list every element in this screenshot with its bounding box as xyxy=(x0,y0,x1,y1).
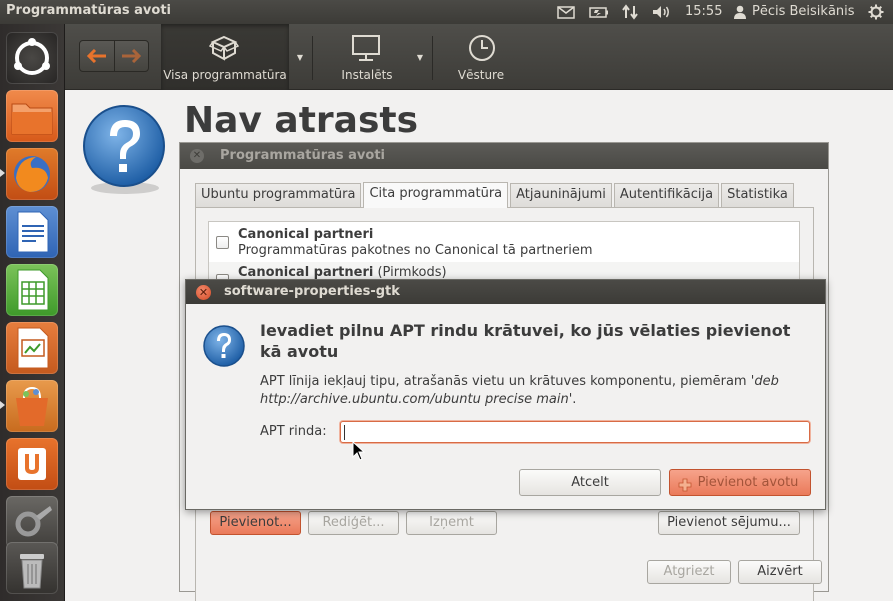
add-source-button[interactable]: Pievienot... xyxy=(210,511,301,535)
desc-text: APT līnija iekļauj tipu, atrašanās vietu… xyxy=(260,374,755,389)
close-button[interactable]: Aizvērt xyxy=(738,560,822,584)
apt-dialog-heading: Ievadiet pilnu APT rindu krātuvei, ko jū… xyxy=(260,321,791,361)
ubuntu-dash-icon[interactable] xyxy=(6,32,58,84)
history-nav xyxy=(79,40,149,72)
plus-icon xyxy=(678,476,692,501)
ubuntu-one-icon[interactable] xyxy=(6,438,58,490)
libreoffice-writer-icon[interactable] xyxy=(6,206,58,258)
question-icon xyxy=(202,324,246,372)
revert-button[interactable]: Atgriezt xyxy=(647,560,731,584)
apt-dialog-description: APT līnija iekļauj tipu, atrašanās vietu… xyxy=(260,373,800,409)
toolbar-installed[interactable]: Instalēts xyxy=(317,24,417,90)
source-subtitle: Programmatūras pakotnes no Canonical tā … xyxy=(238,243,593,258)
trash-icon[interactable] xyxy=(6,542,58,594)
firefox-icon[interactable] xyxy=(6,148,58,200)
apt-close-icon[interactable]: ✕ xyxy=(196,285,211,300)
tab-ubuntu-software[interactable]: Ubuntu programmatūra xyxy=(195,183,362,207)
user-name[interactable]: Pēcis Beisikānis xyxy=(752,4,855,19)
apt-line-label: APT rinda: xyxy=(260,424,327,439)
text-caret xyxy=(344,425,345,440)
back-button[interactable] xyxy=(80,41,115,71)
sources-close-icon[interactable]: ✕ xyxy=(190,149,204,163)
edit-source-button[interactable]: Rediģēt... xyxy=(308,511,399,535)
power-gear-icon[interactable] xyxy=(866,3,886,21)
libreoffice-calc-icon[interactable] xyxy=(6,264,58,316)
window-title: Programmatūras avoti xyxy=(6,3,171,18)
mouse-pointer-icon xyxy=(352,440,366,465)
toolbar-all-software[interactable]: Visa programmatūra xyxy=(161,24,289,90)
home-folder-icon[interactable] xyxy=(6,90,58,142)
libreoffice-impress-icon[interactable] xyxy=(6,322,58,374)
system-settings-icon[interactable] xyxy=(6,496,58,548)
source-suffix: (Pirmkods) xyxy=(373,265,447,280)
toolbar-history[interactable]: Vēsture xyxy=(437,24,525,90)
sources-titlebar: ✕ Programmatūras avoti xyxy=(180,143,828,169)
volume-icon[interactable] xyxy=(651,3,673,21)
tab-bar: Ubuntu programmatūra Cita programmatūra … xyxy=(195,182,796,208)
tab-other-software[interactable]: Cita programmatūra xyxy=(363,182,509,208)
tab-updates[interactable]: Atjauninājumi xyxy=(510,183,612,207)
mail-icon[interactable] xyxy=(556,3,576,21)
toolbar-history-label: Vēsture xyxy=(457,68,505,82)
software-center-toolbar: Visa programmatūra ▼ Instalēts ▼ Vēsture xyxy=(65,24,893,90)
all-software-dropdown[interactable]: ▼ xyxy=(291,24,309,90)
launcher xyxy=(0,24,65,601)
apt-titlebar: ✕ software-properties-gtk xyxy=(186,280,825,304)
apt-line-dialog: ✕ software-properties-gtk Ievadiet pilnu… xyxy=(185,279,826,510)
network-icon[interactable] xyxy=(620,3,640,21)
apt-line-input[interactable] xyxy=(340,421,810,443)
page-title: Nav atrasts xyxy=(184,100,419,141)
source-checkbox[interactable] xyxy=(216,236,229,249)
forward-button[interactable] xyxy=(115,41,149,71)
clock[interactable]: 15:55 xyxy=(685,4,722,19)
cancel-button[interactable]: Atcelt xyxy=(519,469,661,496)
software-center-icon[interactable] xyxy=(6,380,58,432)
battery-icon[interactable] xyxy=(588,3,610,21)
add-volume-button[interactable]: Pievienot sējumu... xyxy=(658,511,800,535)
tab-authentication[interactable]: Autentifikācija xyxy=(613,183,720,207)
apt-dialog-title: software-properties-gtk xyxy=(224,284,400,299)
source-title: Canonical partneri xyxy=(238,265,374,280)
toolbar-all-software-label: Visa programmatūra xyxy=(163,68,287,82)
remove-source-button[interactable]: Izņemt xyxy=(406,511,497,535)
question-icon xyxy=(80,104,170,200)
top-panel: Programmatūras avoti 15:55 Pēcis Beisikā… xyxy=(0,0,893,24)
source-title: Canonical partneri xyxy=(238,227,374,242)
toolbar-installed-label: Instalēts xyxy=(341,68,393,82)
add-source-label: Pievienot avotu xyxy=(697,475,799,490)
installed-dropdown[interactable]: ▼ xyxy=(411,24,429,90)
add-source-confirm-button[interactable]: Pievienot avotu xyxy=(669,469,811,496)
user-icon xyxy=(732,3,748,21)
sources-title: Programmatūras avoti xyxy=(220,148,385,163)
desc-text-end: '. xyxy=(568,392,577,407)
list-item[interactable]: Canonical partneri Programmatūras pakotn… xyxy=(209,222,799,262)
tab-statistics[interactable]: Statistika xyxy=(721,183,794,207)
